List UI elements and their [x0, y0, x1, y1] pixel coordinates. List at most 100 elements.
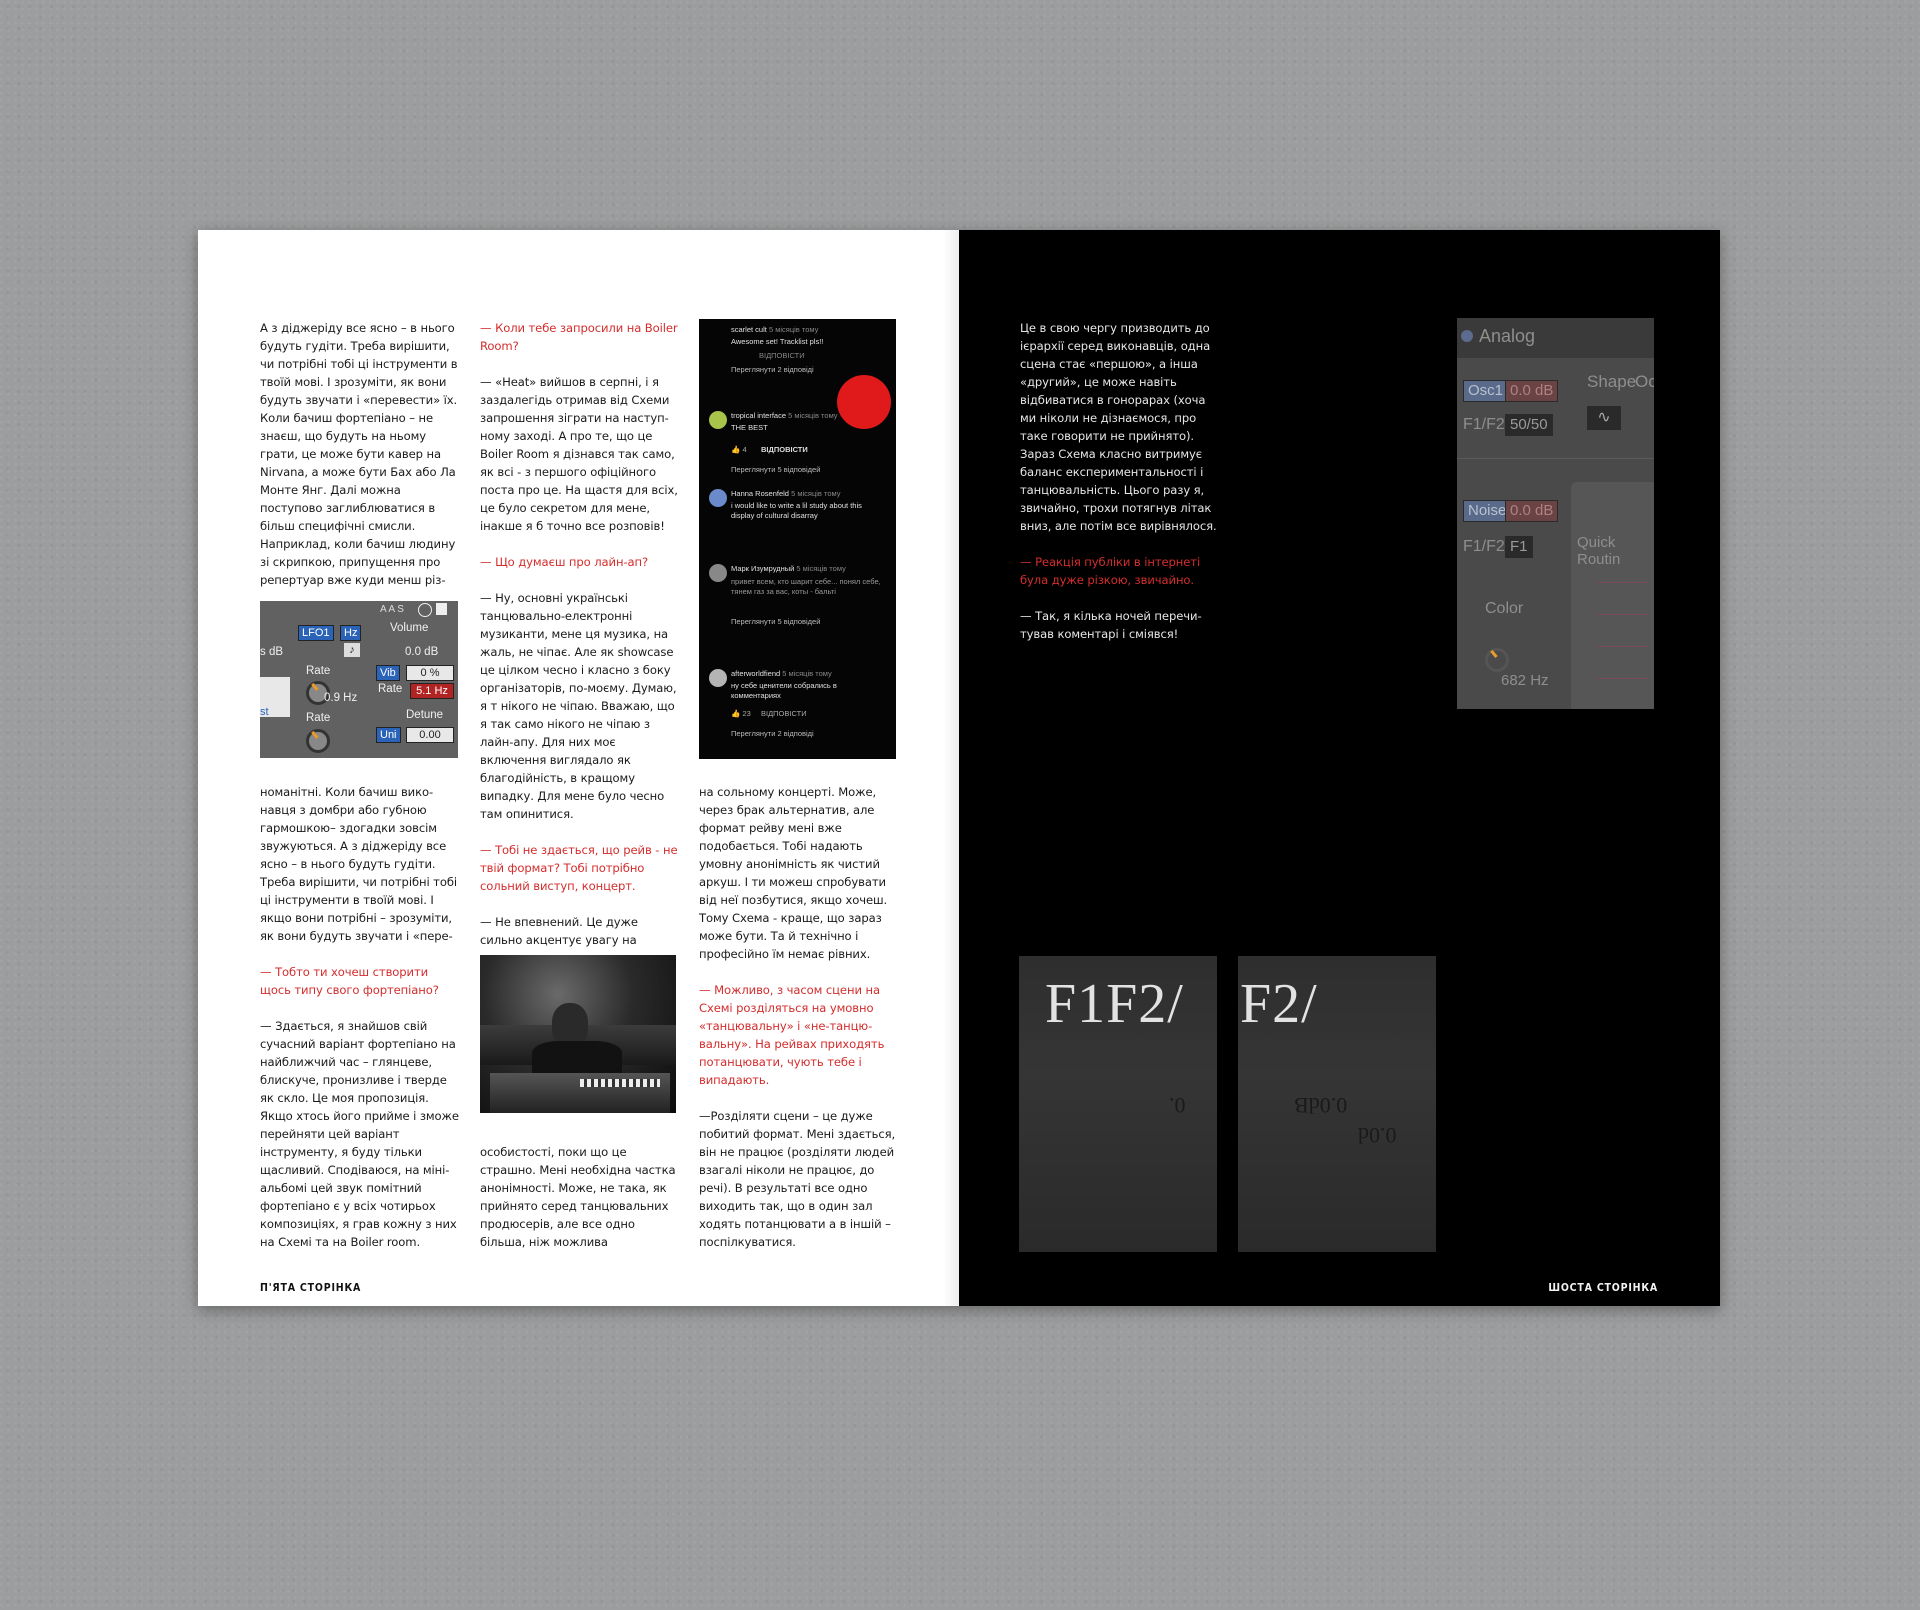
comment-text: i would like to write a lil study about … — [731, 501, 862, 520]
color-knob — [1485, 648, 1509, 672]
f-image-mirrored-text: 0. — [1169, 1093, 1186, 1118]
like-count: 👍 4 — [731, 445, 747, 454]
paragraph: номанітні. Коли бачиш вико­навця з домбр… — [260, 785, 457, 943]
left-column-1-lower: номанітні. Коли бачиш вико­навця з домбр… — [260, 783, 460, 1251]
question: — Що думаєш про лайн-ап? — [480, 555, 649, 569]
osc1-label: Osc1 — [1463, 380, 1509, 402]
page-number-left: П'ЯТА СТОРІНКА — [260, 1282, 362, 1294]
f1-value: F1 — [1505, 536, 1533, 558]
question: — Тобі не здається, що рейв - не твій фо… — [480, 843, 678, 893]
osc1-value: 0.0 dB — [1505, 380, 1559, 402]
comment-text: Awesome set! Tracklist pls!! — [731, 337, 824, 346]
ratio-value: 50/50 — [1505, 414, 1553, 436]
comment-author: Hanna Rosenfeld 5 місяців тому — [731, 489, 841, 498]
hz-label: Hz — [340, 625, 362, 641]
keyboard — [580, 1079, 660, 1087]
paragraph: — «Heat» вийшов в серпні, і я заздалегід… — [480, 375, 678, 533]
magazine-spread: А з діджеріду все ясно – в нього будуть … — [198, 230, 1720, 1306]
lfo-label: LFO1 — [298, 625, 334, 641]
analog-title: Analog — [1479, 326, 1536, 346]
comment-text: привет всем, кто шарит себе... понял себ… — [731, 577, 881, 596]
uni-label: Uni — [376, 727, 401, 743]
detune-label: Detune — [406, 709, 444, 721]
performer-photo — [480, 955, 676, 1113]
left-column-2-lower: особистості, поки що це страшно. Мені не… — [480, 1143, 680, 1251]
quick-routing-label: Quick Routin — [1577, 534, 1621, 568]
paragraph: на сольному концерті. Може, через брак а… — [699, 785, 888, 961]
shape-label: Shape — [1587, 372, 1637, 391]
comment-author: tropical interface 5 місяців тому — [731, 411, 838, 420]
rate-label: Rate — [306, 665, 331, 677]
paragraph: —Розділяти сцени – це дуже побитий форма… — [699, 1109, 896, 1249]
left-column-1: А з діджеріду все ясно – в нього будуть … — [260, 319, 460, 589]
f-image-heading: F1F2/ — [1045, 973, 1184, 1035]
question: — Коли тебе запросили на Boiler Room? — [480, 321, 678, 353]
reply-link: ВІДПОВІСТИ — [759, 351, 805, 360]
avatar — [709, 669, 727, 687]
paragraph: — Ну, основні українські танцювально-еле… — [480, 591, 677, 821]
db-value: s dB — [260, 646, 284, 658]
rate3-knob — [306, 729, 330, 753]
left-column-3: на сольному концерті. Може, через брак а… — [699, 783, 899, 1251]
synth-lfo-panel-image: A A S LFO1 Hz ♪ Volume 0.0 dB s dB Rate … — [260, 601, 458, 758]
paragraph: — Так, я кілька ночей перечи­тував комен… — [1020, 609, 1202, 641]
right-page: Це в свою чергу призводить до ієрархії с… — [959, 230, 1720, 1306]
uni-value: 0.00 — [406, 727, 454, 743]
analog-synth-panel-image: Analog Osc1 0.0 dB Shape Octa F1/F2 50/5… — [1457, 318, 1654, 709]
st-label: st — [260, 706, 269, 718]
f-image-mirrored-text: 0.0d — [1358, 1123, 1397, 1148]
synth-header: A A S — [380, 604, 404, 615]
record-icon — [418, 603, 432, 617]
reply-link: ВІДПОВІСТИ — [761, 709, 807, 718]
octave-label: Octa — [1635, 372, 1654, 391]
question: — Тобто ти хочеш створити щось типу свог… — [260, 965, 439, 997]
reply-link: ВІДПОВІСТИ — [761, 445, 808, 454]
f1f2-typography-image-2: F2/ 0.0dB 0.0d — [1238, 956, 1436, 1252]
youtube-comments-screenshot: scarlet cult 5 місяців тому Awesome set!… — [699, 319, 896, 759]
vib-label: Vib — [376, 665, 400, 681]
power-icon — [1461, 330, 1473, 342]
paragraph: — Не впевнений. Це дуже сильно акцентує … — [480, 915, 638, 947]
paragraph: Це в свою чергу призводить до ієрархії с… — [1020, 321, 1217, 533]
f1f2b-label: F1/F2 — [1463, 538, 1505, 555]
left-page: А з діджеріду все ясно – в нього будуть … — [198, 230, 959, 1306]
page-number-right: ШОСТА СТОРІНКА — [1548, 1282, 1658, 1294]
f-image-mirrored-text: 0.0dB — [1294, 1093, 1348, 1118]
f1f2-typography-image-1: F1F2/ 0. — [1019, 956, 1217, 1252]
avatar — [709, 489, 727, 507]
view-replies-link: Переглянути 5 відповідей — [731, 465, 821, 474]
avatar — [709, 411, 727, 429]
comment-text: THE BEST — [731, 423, 768, 432]
paragraph: А з діджеріду все ясно – в нього будуть … — [260, 321, 458, 587]
performer-head — [552, 1003, 588, 1045]
waveform-icon: ∿ — [1587, 406, 1621, 430]
paragraph: — Здається, я знайшов свій сучасний варі… — [260, 1019, 459, 1249]
like-count: 👍 23 — [731, 709, 751, 718]
view-replies-link: Переглянути 2 відповіді — [731, 729, 814, 738]
question: — Реакція публіки в інтернеті була дуже … — [1020, 555, 1201, 587]
question: — Можливо, з часом сцени на Схемі розділ… — [699, 983, 885, 1087]
paragraph: особистості, поки що це страшно. Мені не… — [480, 1145, 676, 1249]
vib-value: 0 % — [406, 665, 454, 681]
note-icon: ♪ — [344, 643, 360, 657]
comment-text: ну себе ценители собрались в комментария… — [731, 681, 837, 700]
rate3-label: Rate — [306, 712, 331, 724]
divider — [1457, 458, 1654, 459]
rate2-label: Rate — [378, 683, 403, 695]
noise-value: 0.0 dB — [1505, 500, 1559, 522]
right-column-1: Це в свою чергу призводить до ієрархії с… — [1020, 319, 1220, 643]
volume-label: Volume — [390, 622, 429, 634]
rate2-value: 5.1 Hz — [410, 683, 454, 699]
red-circle — [837, 375, 891, 429]
page-fold-shadow — [943, 230, 959, 1306]
comment-author: scarlet cult 5 місяців тому — [731, 325, 819, 334]
save-icon — [436, 603, 447, 615]
volume-value: 0.0 dB — [405, 646, 439, 658]
view-replies-link: Переглянути 2 відповіді — [731, 365, 814, 374]
comment-author: Марк Изумрудный 5 місяців тому — [731, 564, 846, 573]
avatar — [709, 564, 727, 582]
f-image-heading: F2/ — [1240, 973, 1318, 1035]
f1f2-label: F1/F2 — [1463, 416, 1505, 433]
color-value: 682 Hz — [1501, 672, 1549, 689]
view-replies-link: Переглянути 5 відповідей — [731, 617, 821, 626]
